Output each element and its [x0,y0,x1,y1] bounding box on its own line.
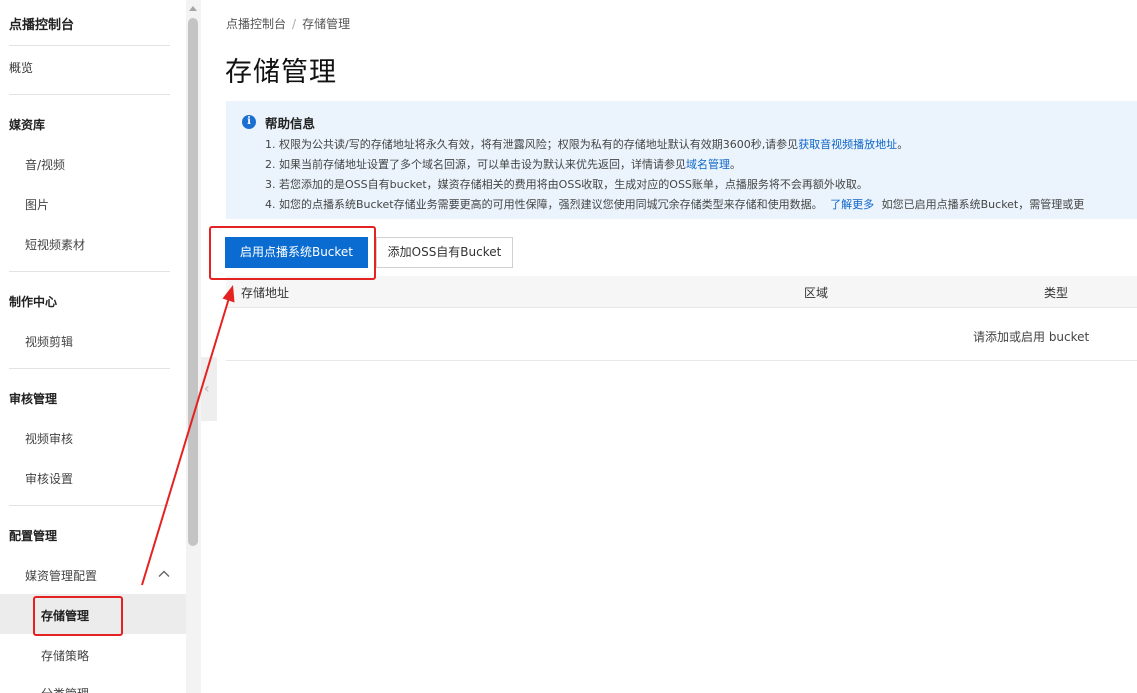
sidebar-item-label: 媒资管理配置 [25,569,98,583]
app: 点播控制台 概览 媒资库 音/视频 图片 短视频素材 制作中心 视频剪辑 审核管… [0,0,1137,693]
add-oss-bucket-button[interactable]: 添加OSS自有Bucket [376,237,513,268]
sidebar-item-media-config[interactable]: 媒资管理配置 [25,567,175,584]
sidebar-item-overview[interactable]: 概览 [9,59,33,76]
help-text: 2. 如果当前存储地址设置了多个域名回源，可以单击设为默认来优先返回，详情请参见 [265,158,686,171]
divider [9,271,170,272]
column-header-type: 类型 [1044,286,1069,300]
breadcrumb-root[interactable]: 点播控制台 [226,17,286,31]
sidebar-item-video-editing[interactable]: 视频剪辑 [25,333,73,350]
help-line-1: 1. 权限为公共读/写的存储地址将永久有效，将有泄露风险；权限为私有的存储地址默… [265,136,908,152]
chevron-up-icon[interactable] [158,568,170,580]
scrollbar-thumb[interactable] [188,18,198,546]
breadcrumb: 点播控制台 / 存储管理 [226,15,350,32]
sidebar-item-images[interactable]: 图片 [25,196,49,213]
table-empty-text: 请添加或启用 bucket [973,330,1090,344]
divider [9,505,170,506]
help-text: 如您已启用点播系统Bucket，需管理或更 [881,198,1085,211]
sidebar-title: 点播控制台 [9,18,75,33]
help-line-2: 2. 如果当前存储地址设置了多个域名回源，可以单击设为默认来优先返回，详情请参见… [265,156,741,172]
breadcrumb-separator: / [292,17,297,31]
help-text: 1. 权限为公共读/写的存储地址将永久有效，将有泄露风险；权限为私有的存储地址默… [265,138,799,151]
sidebar: 点播控制台 概览 媒资库 音/视频 图片 短视频素材 制作中心 视频剪辑 审核管… [0,0,186,693]
column-header-region: 区域 [804,286,829,300]
sidebar-group-production: 制作中心 [9,295,58,309]
table-header [226,276,1137,308]
sidebar-item-category[interactable]: 分类管理 [41,685,89,693]
page-title: 存储管理 [225,57,337,88]
chevron-left-icon: ‹ [204,381,210,397]
info-icon: i [242,115,256,129]
column-header-storage-address: 存储地址 [241,286,290,300]
sidebar-item-video-review[interactable]: 视频审核 [25,430,73,447]
scroll-up-icon[interactable] [189,6,197,11]
sidebar-group-config: 配置管理 [9,529,58,543]
help-text: 4. 如您的点播系统Bucket存储业务需要更高的可用性保障，强烈建议您使用同城… [265,198,823,211]
help-text: 。 [897,138,909,151]
help-link-playback-url[interactable]: 获取音视频播放地址 [798,138,897,151]
divider [226,360,1137,361]
annotation-highlight-sidebar [33,596,123,636]
sidebar-item-audio-video[interactable]: 音/视频 [25,156,65,173]
divider [9,368,170,369]
divider [9,45,170,46]
sidebar-collapse-handle[interactable]: ‹ [201,357,217,421]
sidebar-item-review-settings[interactable]: 审核设置 [25,470,73,487]
annotation-highlight-button [209,226,376,280]
sidebar-group-review: 审核管理 [9,392,58,406]
divider [9,94,170,95]
breadcrumb-current: 存储管理 [302,17,351,31]
help-title: 帮助信息 [265,116,316,131]
help-text: 3. 若您添加的是OSS自有bucket，媒资存储相关的费用将由OSS收取，生成… [265,178,868,191]
help-line-3: 3. 若您添加的是OSS自有bucket，媒资存储相关的费用将由OSS收取，生成… [265,176,868,192]
sidebar-group-media-library: 媒资库 [9,118,46,132]
sidebar-item-storage-policy[interactable]: 存储策略 [41,647,89,664]
help-link-learn-more[interactable]: 了解更多 [830,198,874,211]
help-line-4: 4. 如您的点播系统Bucket存储业务需要更高的可用性保障，强烈建议您使用同城… [265,196,1084,212]
help-link-domain-management[interactable]: 域名管理 [686,158,730,171]
help-text: 。 [730,158,741,171]
sidebar-item-short-video[interactable]: 短视频素材 [25,236,85,253]
